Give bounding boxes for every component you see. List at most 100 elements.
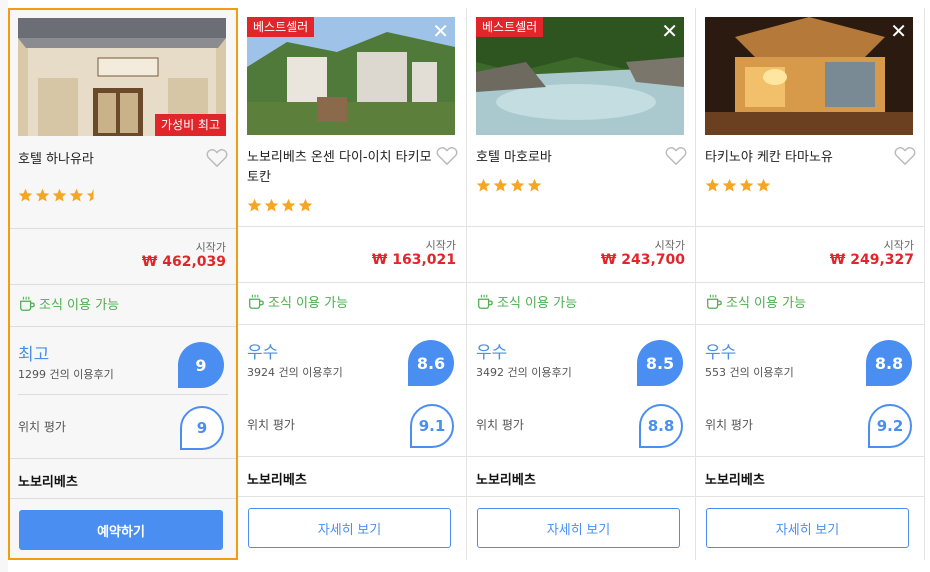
hotel-name[interactable]: 타키노야 케칸 타마노유 xyxy=(705,148,890,168)
star-rating xyxy=(18,188,103,203)
location-rating-label: 위치 평가 xyxy=(705,418,753,432)
review-count[interactable]: 553 건의 이용후기 xyxy=(705,364,794,380)
heart-icon[interactable] xyxy=(436,146,458,166)
divider xyxy=(10,326,236,327)
location-score-badge: 9.1 xyxy=(410,404,454,448)
breakfast-info: 조식 이용 가능 xyxy=(476,292,577,311)
star-icon xyxy=(86,188,94,202)
divider xyxy=(10,284,236,285)
divider xyxy=(18,394,228,395)
hotel-name[interactable]: 호텔 하나유라 xyxy=(18,150,203,170)
previous-column-edge xyxy=(0,0,8,572)
review-score-badge: 8.5 xyxy=(637,340,683,386)
star-icon xyxy=(739,178,754,192)
review-count[interactable]: 3492 건의 이용후기 xyxy=(476,364,572,380)
review-count[interactable]: 1299 건의 이용후기 xyxy=(18,366,114,382)
star-icon xyxy=(510,178,525,192)
price-label: 시작가 xyxy=(425,239,456,252)
price: ₩ 462,039 xyxy=(141,254,226,270)
coffee-cup-icon xyxy=(707,294,722,309)
provider-name: 노보리베츠 xyxy=(476,473,536,488)
star-icon xyxy=(247,198,262,212)
divider xyxy=(696,324,924,325)
star-icon xyxy=(18,188,33,202)
divider xyxy=(10,458,236,459)
location-rating-label: 위치 평가 xyxy=(247,418,295,432)
star-rating xyxy=(247,198,315,213)
divider xyxy=(696,282,924,283)
location-score-badge: 9 xyxy=(180,406,224,450)
price: ₩ 163,021 xyxy=(371,252,456,268)
star-rating xyxy=(476,178,544,193)
star-icon xyxy=(756,178,771,192)
hotel-card-1[interactable]: 베스트셀러 ✕ 노보리베츠 온센 다이-이치 타키모토칸 시작가 ₩ 163,0… xyxy=(238,8,467,560)
location-rating-label: 위치 평가 xyxy=(18,420,66,434)
star-icon xyxy=(264,198,279,212)
view-details-button[interactable]: 자세히 보기 xyxy=(706,508,909,548)
hotel-photo[interactable]: 베스트셀러 ✕ xyxy=(476,17,684,135)
provider-name: 노보리베츠 xyxy=(18,475,78,490)
star-icon xyxy=(705,178,720,192)
review-score-badge: 8.6 xyxy=(408,340,454,386)
divider xyxy=(238,226,466,227)
star-icon xyxy=(35,188,50,202)
divider xyxy=(238,282,466,283)
divider xyxy=(467,324,695,325)
divider xyxy=(10,498,236,499)
rating-word: 우수 xyxy=(476,343,508,363)
coffee-cup-icon xyxy=(249,294,264,309)
rating-word: 우수 xyxy=(247,343,279,363)
divider xyxy=(696,496,924,497)
divider xyxy=(467,226,695,227)
star-icon xyxy=(52,188,67,202)
breakfast-label: 조식 이용 가능 xyxy=(726,296,807,311)
divider xyxy=(696,226,924,227)
divider xyxy=(238,456,466,457)
star-rating xyxy=(705,178,773,193)
price-label: 시작가 xyxy=(195,241,226,254)
hotel-photo[interactable]: 가성비 최고 xyxy=(18,18,226,136)
provider-name: 노보리베츠 xyxy=(705,473,765,488)
bestseller-badge: 베스트셀러 xyxy=(247,17,315,37)
book-button[interactable]: 예약하기 xyxy=(19,510,223,550)
location-score-badge: 8.8 xyxy=(639,404,683,448)
breakfast-info: 조식 이용 가능 xyxy=(18,294,119,313)
hotel-card-2[interactable]: 베스트셀러 ✕ 호텔 마호로바 시작가 ₩ 243,700 조식 이용 가능 우… xyxy=(467,8,696,560)
divider xyxy=(467,282,695,283)
star-icon xyxy=(298,198,313,212)
heart-icon[interactable] xyxy=(665,146,687,166)
hotel-name[interactable]: 노보리베츠 온센 다이-이치 타키모토칸 xyxy=(247,148,432,188)
hotel-card-0[interactable]: 가성비 최고 호텔 하나유라 시작가 ₩ 462,039 조식 이용 가능 최고… xyxy=(8,8,238,560)
location-rating-label: 위치 평가 xyxy=(476,418,524,432)
divider xyxy=(467,456,695,457)
star-icon xyxy=(476,178,491,192)
review-count[interactable]: 3924 건의 이용후기 xyxy=(247,364,343,380)
review-score-badge: 9 xyxy=(178,342,224,388)
hotel-photo[interactable]: 베스트셀러 ✕ xyxy=(247,17,455,135)
hotel-photo[interactable]: ✕ xyxy=(705,17,913,135)
hotel-name[interactable]: 호텔 마호로바 xyxy=(476,148,661,168)
breakfast-label: 조식 이용 가능 xyxy=(497,296,578,311)
divider xyxy=(10,228,236,229)
rating-word: 최고 xyxy=(18,345,50,365)
heart-icon[interactable] xyxy=(206,148,228,168)
hotel-comparison-grid: 가성비 최고 호텔 하나유라 시작가 ₩ 462,039 조식 이용 가능 최고… xyxy=(0,0,930,572)
close-icon[interactable]: ✕ xyxy=(432,21,449,41)
view-details-button[interactable]: 자세히 보기 xyxy=(477,508,680,548)
star-icon xyxy=(722,178,737,192)
rating-word: 우수 xyxy=(705,343,737,363)
heart-icon[interactable] xyxy=(894,146,916,166)
provider-name: 노보리베츠 xyxy=(247,473,307,488)
view-details-button[interactable]: 자세히 보기 xyxy=(248,508,451,548)
hotel-card-3[interactable]: ✕ 타키노야 케칸 타마노유 시작가 ₩ 249,327 조식 이용 가능 우수… xyxy=(696,8,925,560)
breakfast-label: 조식 이용 가능 xyxy=(268,296,349,311)
star-icon xyxy=(493,178,508,192)
divider xyxy=(467,496,695,497)
close-icon[interactable]: ✕ xyxy=(661,21,678,41)
hotel-photo-image xyxy=(705,17,913,135)
breakfast-info: 조식 이용 가능 xyxy=(705,292,806,311)
review-score-badge: 8.8 xyxy=(866,340,912,386)
location-score-badge: 9.2 xyxy=(868,404,912,448)
close-icon[interactable]: ✕ xyxy=(890,21,907,41)
star-icon xyxy=(281,198,296,212)
